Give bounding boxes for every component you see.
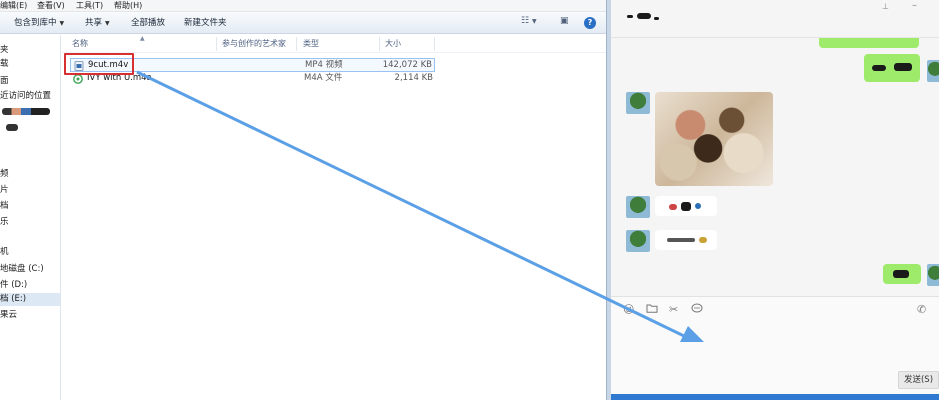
taskbar-strip <box>611 394 939 400</box>
chat-history-icon[interactable] <box>691 303 703 318</box>
minimize-icon[interactable]: – <box>912 0 917 11</box>
red-highlight-box <box>64 53 134 75</box>
column-divider[interactable] <box>379 37 380 51</box>
contact-avatar[interactable] <box>626 92 650 114</box>
redacted-text <box>893 270 909 278</box>
audio-file-icon <box>73 74 83 84</box>
file-type: MP4 视频 <box>305 60 343 70</box>
redacted-text <box>654 17 659 20</box>
new-folder-button[interactable]: 新建文件夹 <box>184 16 227 30</box>
redacted-text <box>699 237 707 243</box>
emoji-icon[interactable]: ☺ <box>623 303 634 317</box>
chevron-down-icon: ▼ <box>105 20 110 27</box>
nav-item-drive-d[interactable]: 件 (D:) <box>0 279 60 292</box>
phone-icon[interactable]: ✆ <box>917 303 926 317</box>
redacted-text <box>637 13 651 19</box>
column-size[interactable]: 大小 <box>385 38 401 50</box>
redacted-nav-item[interactable] <box>6 124 18 131</box>
file-explorer-window: 编辑(E) 查看(V) 工具(T) 帮助(H) 包含到库中 ▼ 共享 ▼ 全部播放 … <box>0 0 607 400</box>
folder-icon[interactable] <box>646 303 658 317</box>
chat-message-area <box>611 38 939 296</box>
nav-item-drive-c[interactable]: 地磁盘 (C:) <box>0 263 60 276</box>
chevron-down-icon: ▼ <box>59 20 65 27</box>
navigation-pane: 夹 载 面 近访问的位置 频 片 档 乐 机 地磁盘 (C:) 件 (D:) 档… <box>0 35 61 400</box>
outgoing-message-bubble[interactable] <box>864 54 920 82</box>
chat-window: ⊥ – ☺ ✂ ✆ 发送(S) <box>611 0 939 400</box>
menu-edit[interactable]: 编辑(E) <box>0 0 27 12</box>
nav-item-documents[interactable]: 档 <box>0 200 60 213</box>
chat-input-area[interactable]: ☺ ✂ ✆ 发送(S) <box>611 296 939 400</box>
redacted-nav-item[interactable] <box>2 108 50 115</box>
menu-bar: 编辑(E) 查看(V) 工具(T) 帮助(H) <box>0 0 607 12</box>
nav-item-pictures[interactable]: 片 <box>0 184 60 197</box>
column-divider[interactable] <box>296 37 297 51</box>
redacted-text <box>681 202 691 211</box>
menu-help[interactable]: 帮助(H) <box>114 0 142 12</box>
nav-item-recent-places[interactable]: 近访问的位置 <box>0 90 60 103</box>
contact-avatar[interactable] <box>626 196 650 218</box>
nav-item-desktop[interactable]: 面 <box>0 75 60 88</box>
column-header-row: ▲ 名称 参与创作的艺术家 类型 大小 <box>62 35 607 53</box>
incoming-message-bubble[interactable] <box>655 196 717 216</box>
view-options-icon[interactable]: ☷ ▼ <box>521 16 537 30</box>
menu-view[interactable]: 查看(V) <box>37 0 65 12</box>
column-divider[interactable] <box>216 37 217 51</box>
redacted-text <box>872 65 886 71</box>
send-button[interactable]: 发送(S) <box>898 371 939 389</box>
include-in-library-label: 包含到库中 <box>14 18 57 28</box>
nav-item-videos[interactable]: 频 <box>0 168 60 181</box>
redacted-text <box>667 238 695 242</box>
my-avatar[interactable] <box>927 60 939 82</box>
image-message[interactable] <box>655 92 773 186</box>
column-name[interactable]: 名称 <box>72 38 88 50</box>
column-divider[interactable] <box>434 37 435 51</box>
include-in-library-button[interactable]: 包含到库中 ▼ <box>14 16 64 30</box>
redacted-text <box>627 15 633 18</box>
help-button[interactable]: ? <box>584 17 596 29</box>
my-avatar[interactable] <box>927 264 939 286</box>
share-button[interactable]: 共享 ▼ <box>85 16 110 30</box>
menu-tools[interactable]: 工具(T) <box>76 0 103 12</box>
chat-header: ⊥ – <box>611 0 939 38</box>
redacted-text <box>669 204 677 210</box>
play-all-button[interactable]: 全部播放 <box>131 16 165 30</box>
column-type[interactable]: 类型 <box>303 38 319 50</box>
redacted-chat-title <box>627 12 667 24</box>
incoming-message-bubble[interactable] <box>655 230 717 250</box>
share-label: 共享 <box>85 18 103 28</box>
nav-item-computer[interactable]: 机 <box>0 246 60 259</box>
column-artist[interactable]: 参与创作的艺术家 <box>222 38 286 50</box>
preview-pane-icon[interactable]: ▣ <box>560 16 569 30</box>
redacted-text <box>894 63 912 71</box>
command-bar: 包含到库中 ▼ 共享 ▼ 全部播放 新建文件夹 ☷ ▼ ▣ ? <box>0 12 607 34</box>
contact-avatar[interactable] <box>626 230 650 252</box>
file-size: 2,114 KB <box>394 73 433 83</box>
pin-icon[interactable]: ⊥ <box>882 2 889 11</box>
nav-item-downloads[interactable]: 载 <box>0 58 60 71</box>
outgoing-message-bubble[interactable] <box>883 264 921 284</box>
outgoing-message-bubble[interactable] <box>819 38 919 48</box>
scissors-icon[interactable]: ✂ <box>669 303 678 317</box>
redacted-text <box>695 203 701 209</box>
nav-item-music[interactable]: 乐 <box>0 216 60 229</box>
file-size: 142,072 KB <box>382 60 432 70</box>
nav-item-jianguoyun[interactable]: 果云 <box>0 309 60 322</box>
file-list-pane: ▲ 名称 参与创作的艺术家 类型 大小 9cut.m4v MP4 视频 142,… <box>62 35 607 400</box>
sort-arrow-icon: ▲ <box>140 35 145 42</box>
nav-item-favorites[interactable]: 夹 <box>0 44 60 57</box>
file-type: M4A 文件 <box>304 73 343 83</box>
nav-item-drive-e[interactable]: 档 (E:) <box>0 293 60 306</box>
